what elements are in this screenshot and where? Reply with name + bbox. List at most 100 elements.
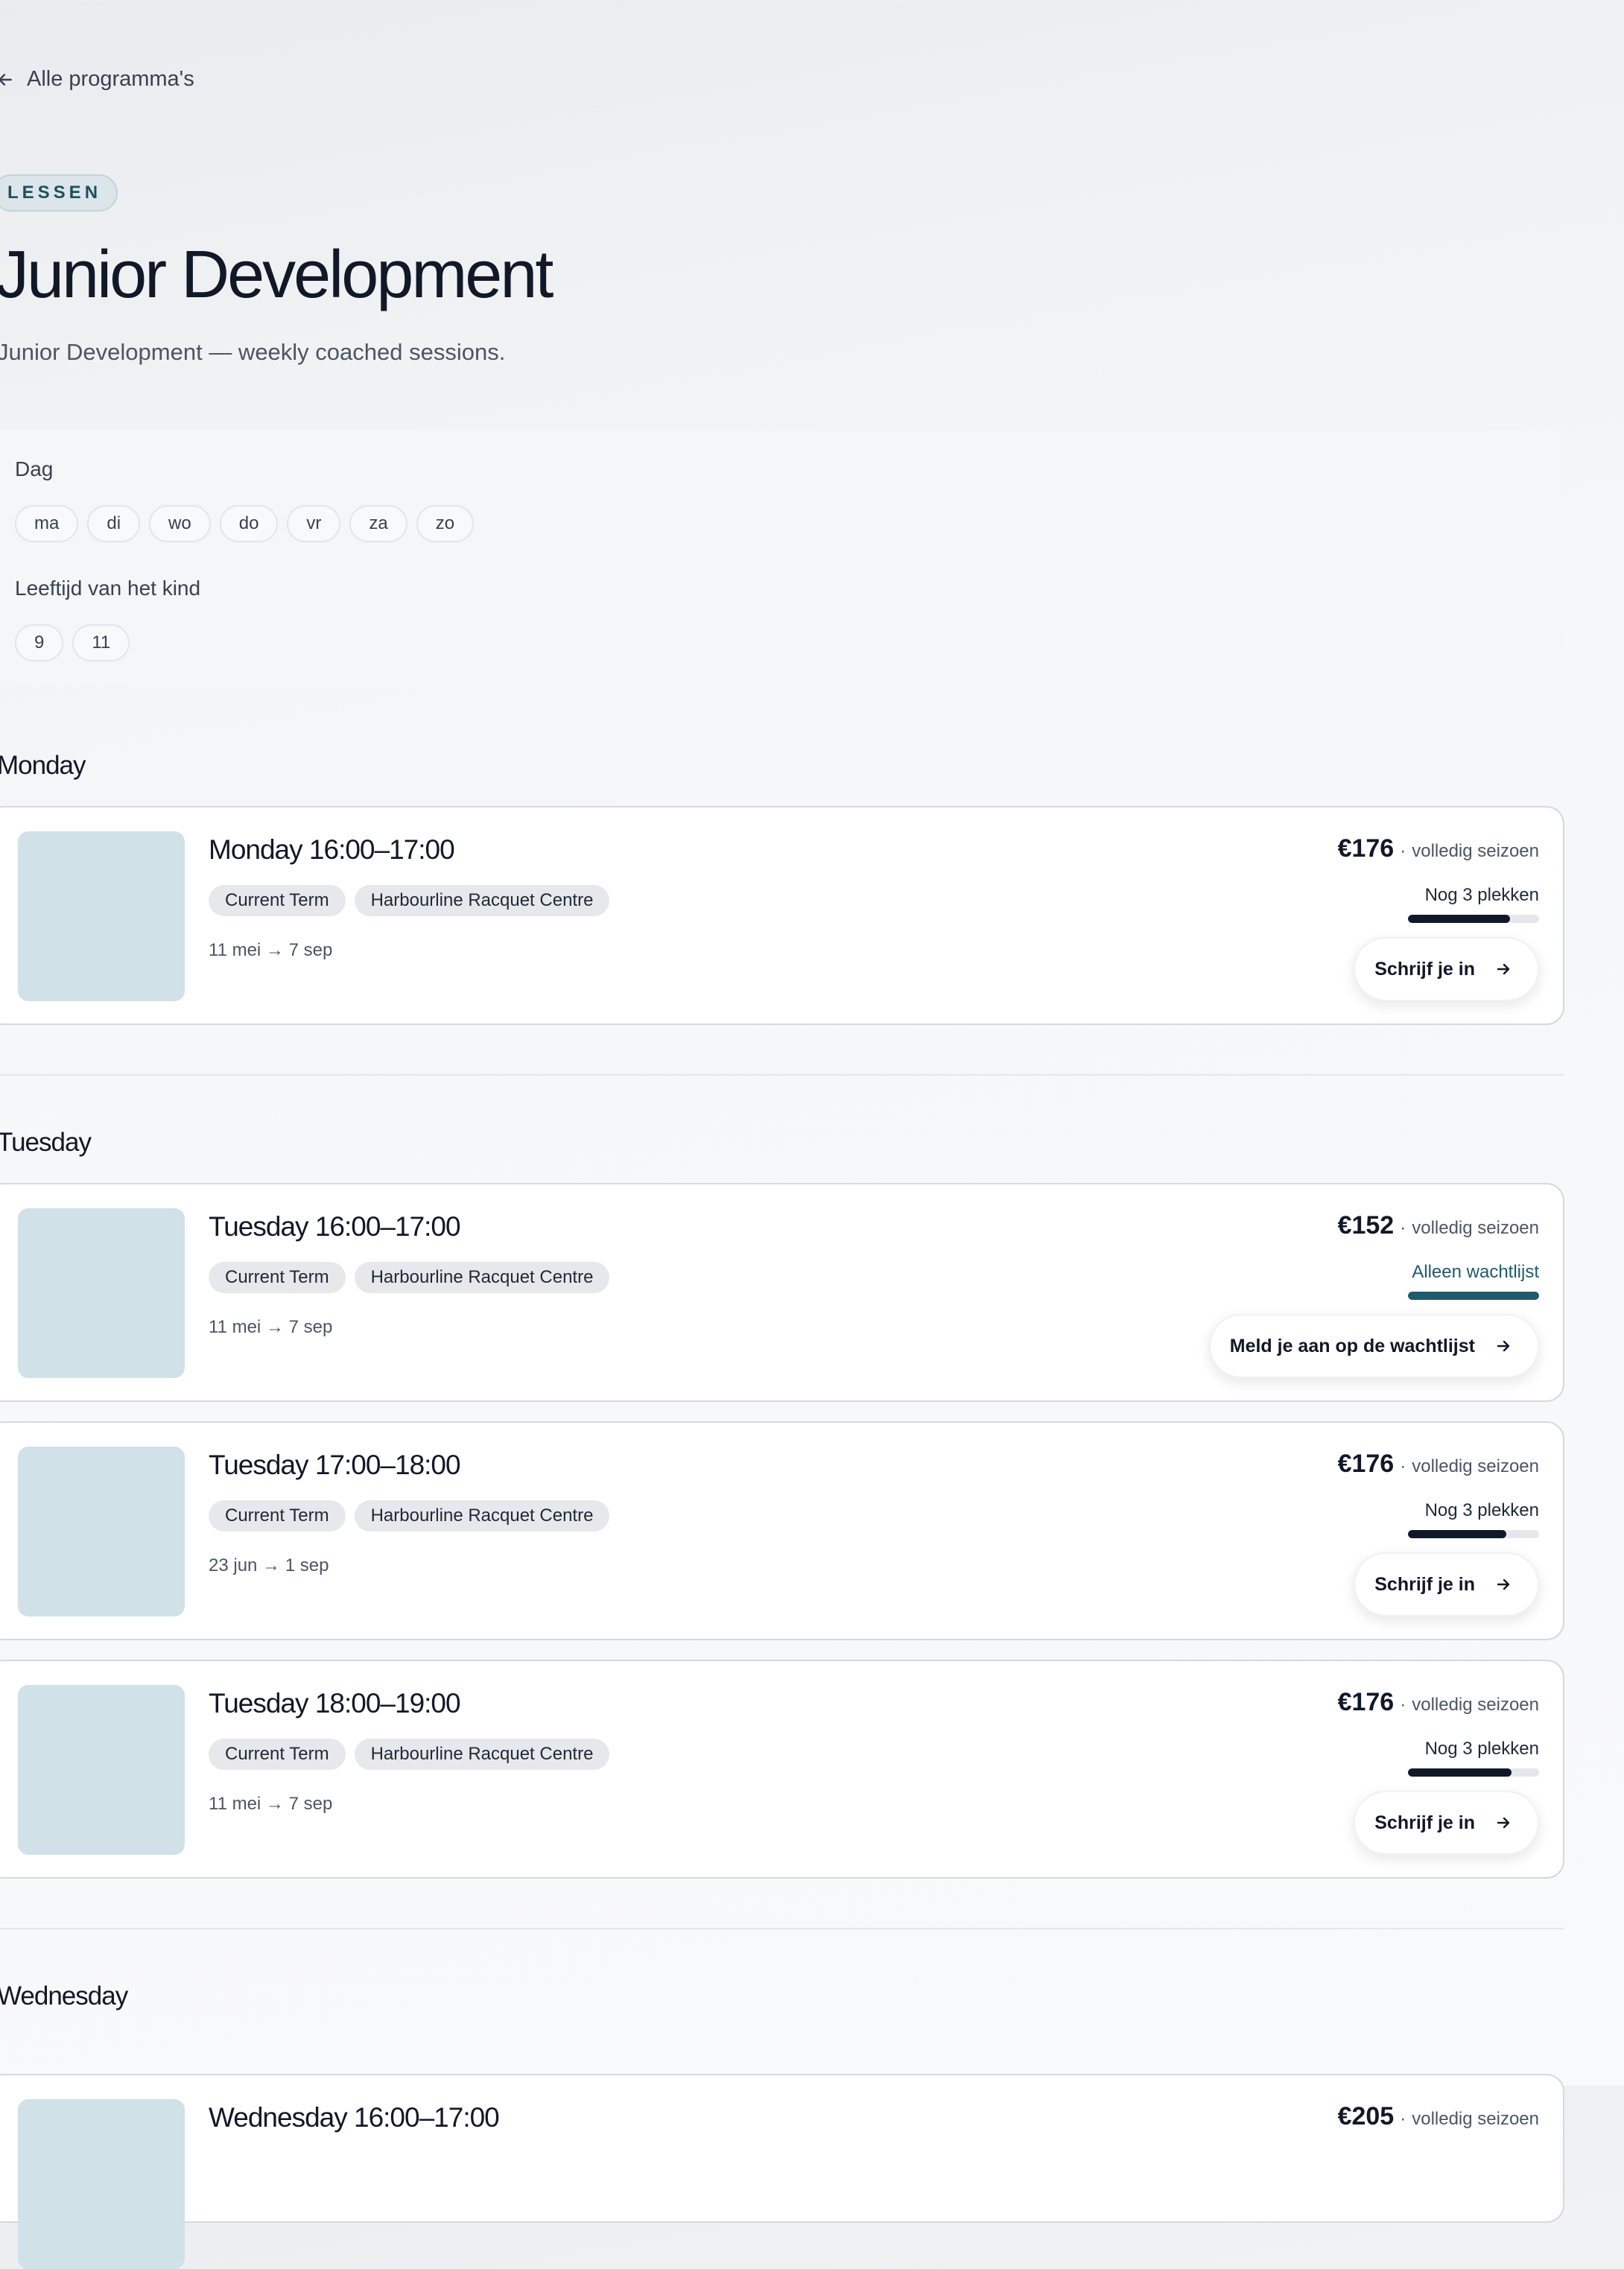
session-tags: Current Term Harbourline Racquet Centre <box>209 1262 610 1293</box>
session-dates: 11 mei → 7 sep <box>209 940 333 960</box>
session-card[interactable]: Tuesday 18:00–19:00 Current Term Harbour… <box>0 1660 1564 1879</box>
venue-tag: Harbourline Racquet Centre <box>354 885 610 916</box>
session-price: €152 <box>1337 1211 1395 1240</box>
enroll-button-label: Schrijf je in <box>1374 1812 1475 1833</box>
capacity-bar <box>1408 915 1539 923</box>
session-thumbnail <box>18 831 185 1001</box>
day-chip-do[interactable]: do <box>219 505 279 542</box>
arrow-right-icon <box>1497 1817 1510 1829</box>
price-note: volledig seizoen <box>1412 1456 1539 1476</box>
availability-label: Nog 3 plekken <box>1424 885 1539 905</box>
session-tags: Current Term Harbourline Racquet Centre <box>209 1739 610 1770</box>
day-chip-vr[interactable]: vr <box>287 505 341 542</box>
day-chip-wo[interactable]: wo <box>149 505 211 542</box>
session-thumbnail <box>18 1685 185 1855</box>
availability-label: Nog 3 plekken <box>1424 1739 1539 1759</box>
arrow-right-icon <box>1497 963 1510 975</box>
venue-tag: Harbourline Racquet Centre <box>354 1500 610 1532</box>
session-thumbnail <box>18 1447 185 1616</box>
age-filter-chips: 9 11 <box>15 624 130 661</box>
session-price: €176 <box>1337 834 1395 863</box>
term-tag: Current Term <box>209 1262 346 1293</box>
capacity-bar <box>1408 1768 1539 1777</box>
waitlist-button[interactable]: Meld je aan op de wachtlijst <box>1208 1314 1539 1378</box>
filters-panel: Dag ma di wo do vr za zo Leeftijd van he… <box>0 431 1564 687</box>
availability-label: Nog 3 plekken <box>1424 1500 1539 1520</box>
venue-tag: Harbourline Racquet Centre <box>354 1739 610 1770</box>
session-price: €205 <box>1337 2102 1395 2130</box>
session-dates: 11 mei → 7 sep <box>209 1317 333 1337</box>
page-title: Junior Development <box>0 238 554 312</box>
session-tags: Current Term Harbourline Racquet Centre <box>209 1500 610 1532</box>
day-chip-za[interactable]: za <box>349 505 407 542</box>
program-page: Alle programma's LESSEN Junior Developme… <box>0 0 1624 2269</box>
enroll-button-label: Schrijf je in <box>1374 958 1475 980</box>
session-tags: Current Term Harbourline Racquet Centre <box>209 885 610 916</box>
session-price: €176 <box>1337 1450 1395 1478</box>
price-line: €205 · volledig seizoen <box>1338 2102 1539 2131</box>
term-tag: Current Term <box>209 1739 346 1770</box>
session-title: Tuesday 16:00–17:00 <box>209 1211 461 1242</box>
capacity-fill <box>1408 1292 1539 1300</box>
session-card[interactable]: Tuesday 16:00–17:00 Current Term Harbour… <box>0 1183 1564 1402</box>
arrow-right-icon <box>1497 1340 1510 1352</box>
session-title: Tuesday 17:00–18:00 <box>209 1450 461 1480</box>
day-filter-chips: ma di wo do vr za zo <box>15 505 475 542</box>
capacity-fill <box>1408 1530 1506 1538</box>
price-separator: · <box>1400 841 1406 861</box>
session-card[interactable]: Monday 16:00–17:00 Current Term Harbourl… <box>0 806 1564 1025</box>
capacity-fill <box>1408 1768 1512 1777</box>
section-divider <box>0 1928 1564 1929</box>
session-title: Wednesday 16:00–17:00 <box>209 2102 500 2133</box>
price-note: volledig seizoen <box>1412 2109 1539 2129</box>
term-tag: Current Term <box>209 1500 346 1532</box>
arrow-right-icon <box>1497 1578 1510 1590</box>
price-note: volledig seizoen <box>1412 1218 1539 1238</box>
price-line: €152 · volledig seizoen <box>1338 1211 1539 1240</box>
availability-label: Alleen wachtlijst <box>1412 1262 1539 1282</box>
age-chip-11[interactable]: 11 <box>72 624 130 661</box>
price-separator: · <box>1400 1456 1406 1476</box>
price-line: €176 · volledig seizoen <box>1338 1688 1539 1717</box>
session-title: Monday 16:00–17:00 <box>209 834 455 865</box>
session-card[interactable]: Wednesday 16:00–17:00 €205 · volledig se… <box>0 2074 1564 2269</box>
price-line: €176 · volledig seizoen <box>1338 1450 1539 1479</box>
enroll-button[interactable]: Schrijf je in <box>1354 1552 1539 1616</box>
day-filter-label: Dag <box>15 457 54 480</box>
price-line: €176 · volledig seizoen <box>1338 834 1539 863</box>
session-title: Tuesday 18:00–19:00 <box>209 1688 461 1719</box>
price-separator: · <box>1400 1695 1406 1715</box>
capacity-bar <box>1408 1292 1539 1300</box>
price-separator: · <box>1400 1218 1406 1238</box>
arrow-left-icon <box>0 73 12 86</box>
day-chip-zo[interactable]: zo <box>416 505 475 542</box>
price-separator: · <box>1400 2109 1406 2129</box>
venue-tag: Harbourline Racquet Centre <box>354 1262 610 1293</box>
section-divider <box>0 1074 1564 1076</box>
enroll-button[interactable]: Schrijf je in <box>1354 1791 1539 1855</box>
capacity-bar <box>1408 1530 1539 1538</box>
day-chip-di[interactable]: di <box>87 505 141 542</box>
waitlist-button-label: Meld je aan op de wachtlijst <box>1229 1335 1475 1356</box>
session-thumbnail <box>18 2099 185 2269</box>
term-tag: Current Term <box>209 885 346 916</box>
enroll-button[interactable]: Schrijf je in <box>1354 937 1539 1001</box>
page-subtitle: Junior Development — weekly coached sess… <box>0 339 506 365</box>
price-note: volledig seizoen <box>1412 1695 1539 1715</box>
capacity-fill <box>1408 915 1511 923</box>
age-filter-label: Leeftijd van het kind <box>15 577 201 600</box>
session-price: €176 <box>1337 1688 1395 1716</box>
session-dates: 11 mei → 7 sep <box>209 1794 333 1814</box>
category-badge: LESSEN <box>0 174 118 212</box>
back-link[interactable]: Alle programma's <box>0 67 194 92</box>
day-heading-wednesday: Wednesday <box>0 1981 128 2011</box>
day-heading-monday: Monday <box>0 751 86 780</box>
session-card[interactable]: Tuesday 17:00–18:00 Current Term Harbour… <box>0 1421 1564 1640</box>
day-heading-tuesday: Tuesday <box>0 1128 92 1157</box>
age-chip-9[interactable]: 9 <box>15 624 64 661</box>
day-chip-ma[interactable]: ma <box>15 505 79 542</box>
enroll-button-label: Schrijf je in <box>1374 1573 1475 1595</box>
price-note: volledig seizoen <box>1412 841 1539 861</box>
back-link-label: Alle programma's <box>27 67 194 91</box>
session-thumbnail <box>18 1208 185 1378</box>
